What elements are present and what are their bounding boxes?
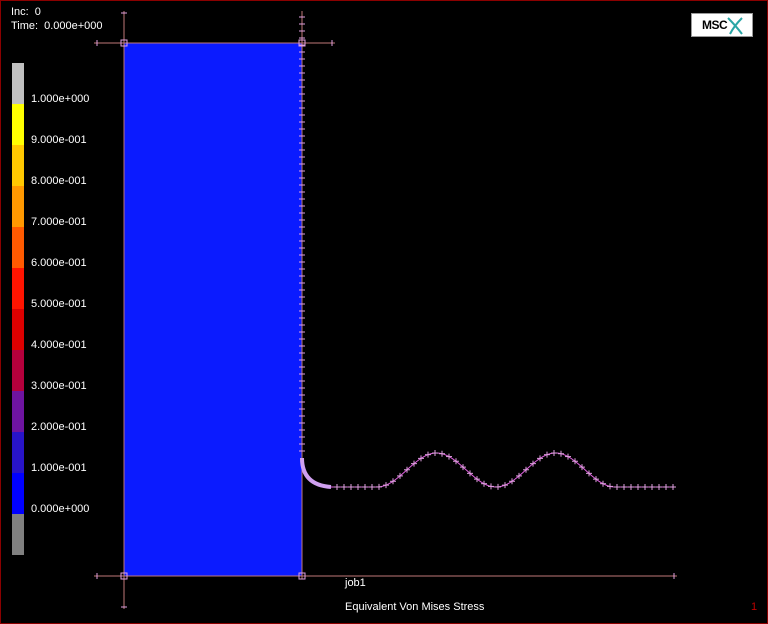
page-number: 1: [751, 601, 758, 613]
legend-band: [12, 350, 24, 391]
legend-value-label: 2.000e-001: [31, 421, 87, 433]
legend-band: [12, 104, 24, 145]
legend-band: [12, 145, 24, 186]
legend-value-label: 0.000e+000: [31, 503, 90, 515]
contact-curve-line: [331, 452, 675, 488]
legend-band: [12, 514, 24, 555]
legend-band: [12, 432, 24, 473]
legend-value-label: 5.000e-001: [31, 298, 87, 310]
contact-fillet: [300, 457, 332, 489]
legend-value-label: 1.000e-001: [31, 462, 87, 474]
legend-value-label: 4.000e-001: [31, 339, 87, 351]
color-legend: [12, 63, 24, 557]
legend-value-label: 7.000e-001: [31, 216, 87, 228]
legend-band: [12, 227, 24, 268]
legend-value-label: 8.000e-001: [31, 175, 87, 187]
model-viewport[interactable]: Inc: 0 Time: 0.000e+000 MSC job1 Equivalen…: [0, 0, 768, 624]
legend-value-label: 6.000e-001: [31, 257, 87, 269]
model-mesh-body[interactable]: [123, 42, 303, 577]
legend-band: [12, 309, 24, 350]
legend-value-label: 9.000e-001: [31, 134, 87, 146]
legend-band: [12, 473, 24, 514]
job-label: job1: [345, 577, 366, 589]
contact-curve: [300, 450, 676, 490]
model-plot: [94, 11, 677, 609]
legend-band: [12, 268, 24, 309]
legend-value-label: 1.000e+000: [31, 93, 90, 105]
legend-band: [12, 63, 24, 104]
legend-band: [12, 391, 24, 432]
result-title: Equivalent Von Mises Stress: [345, 601, 485, 613]
legend-value-label: 3.000e-001: [31, 380, 87, 392]
legend-band: [12, 186, 24, 227]
